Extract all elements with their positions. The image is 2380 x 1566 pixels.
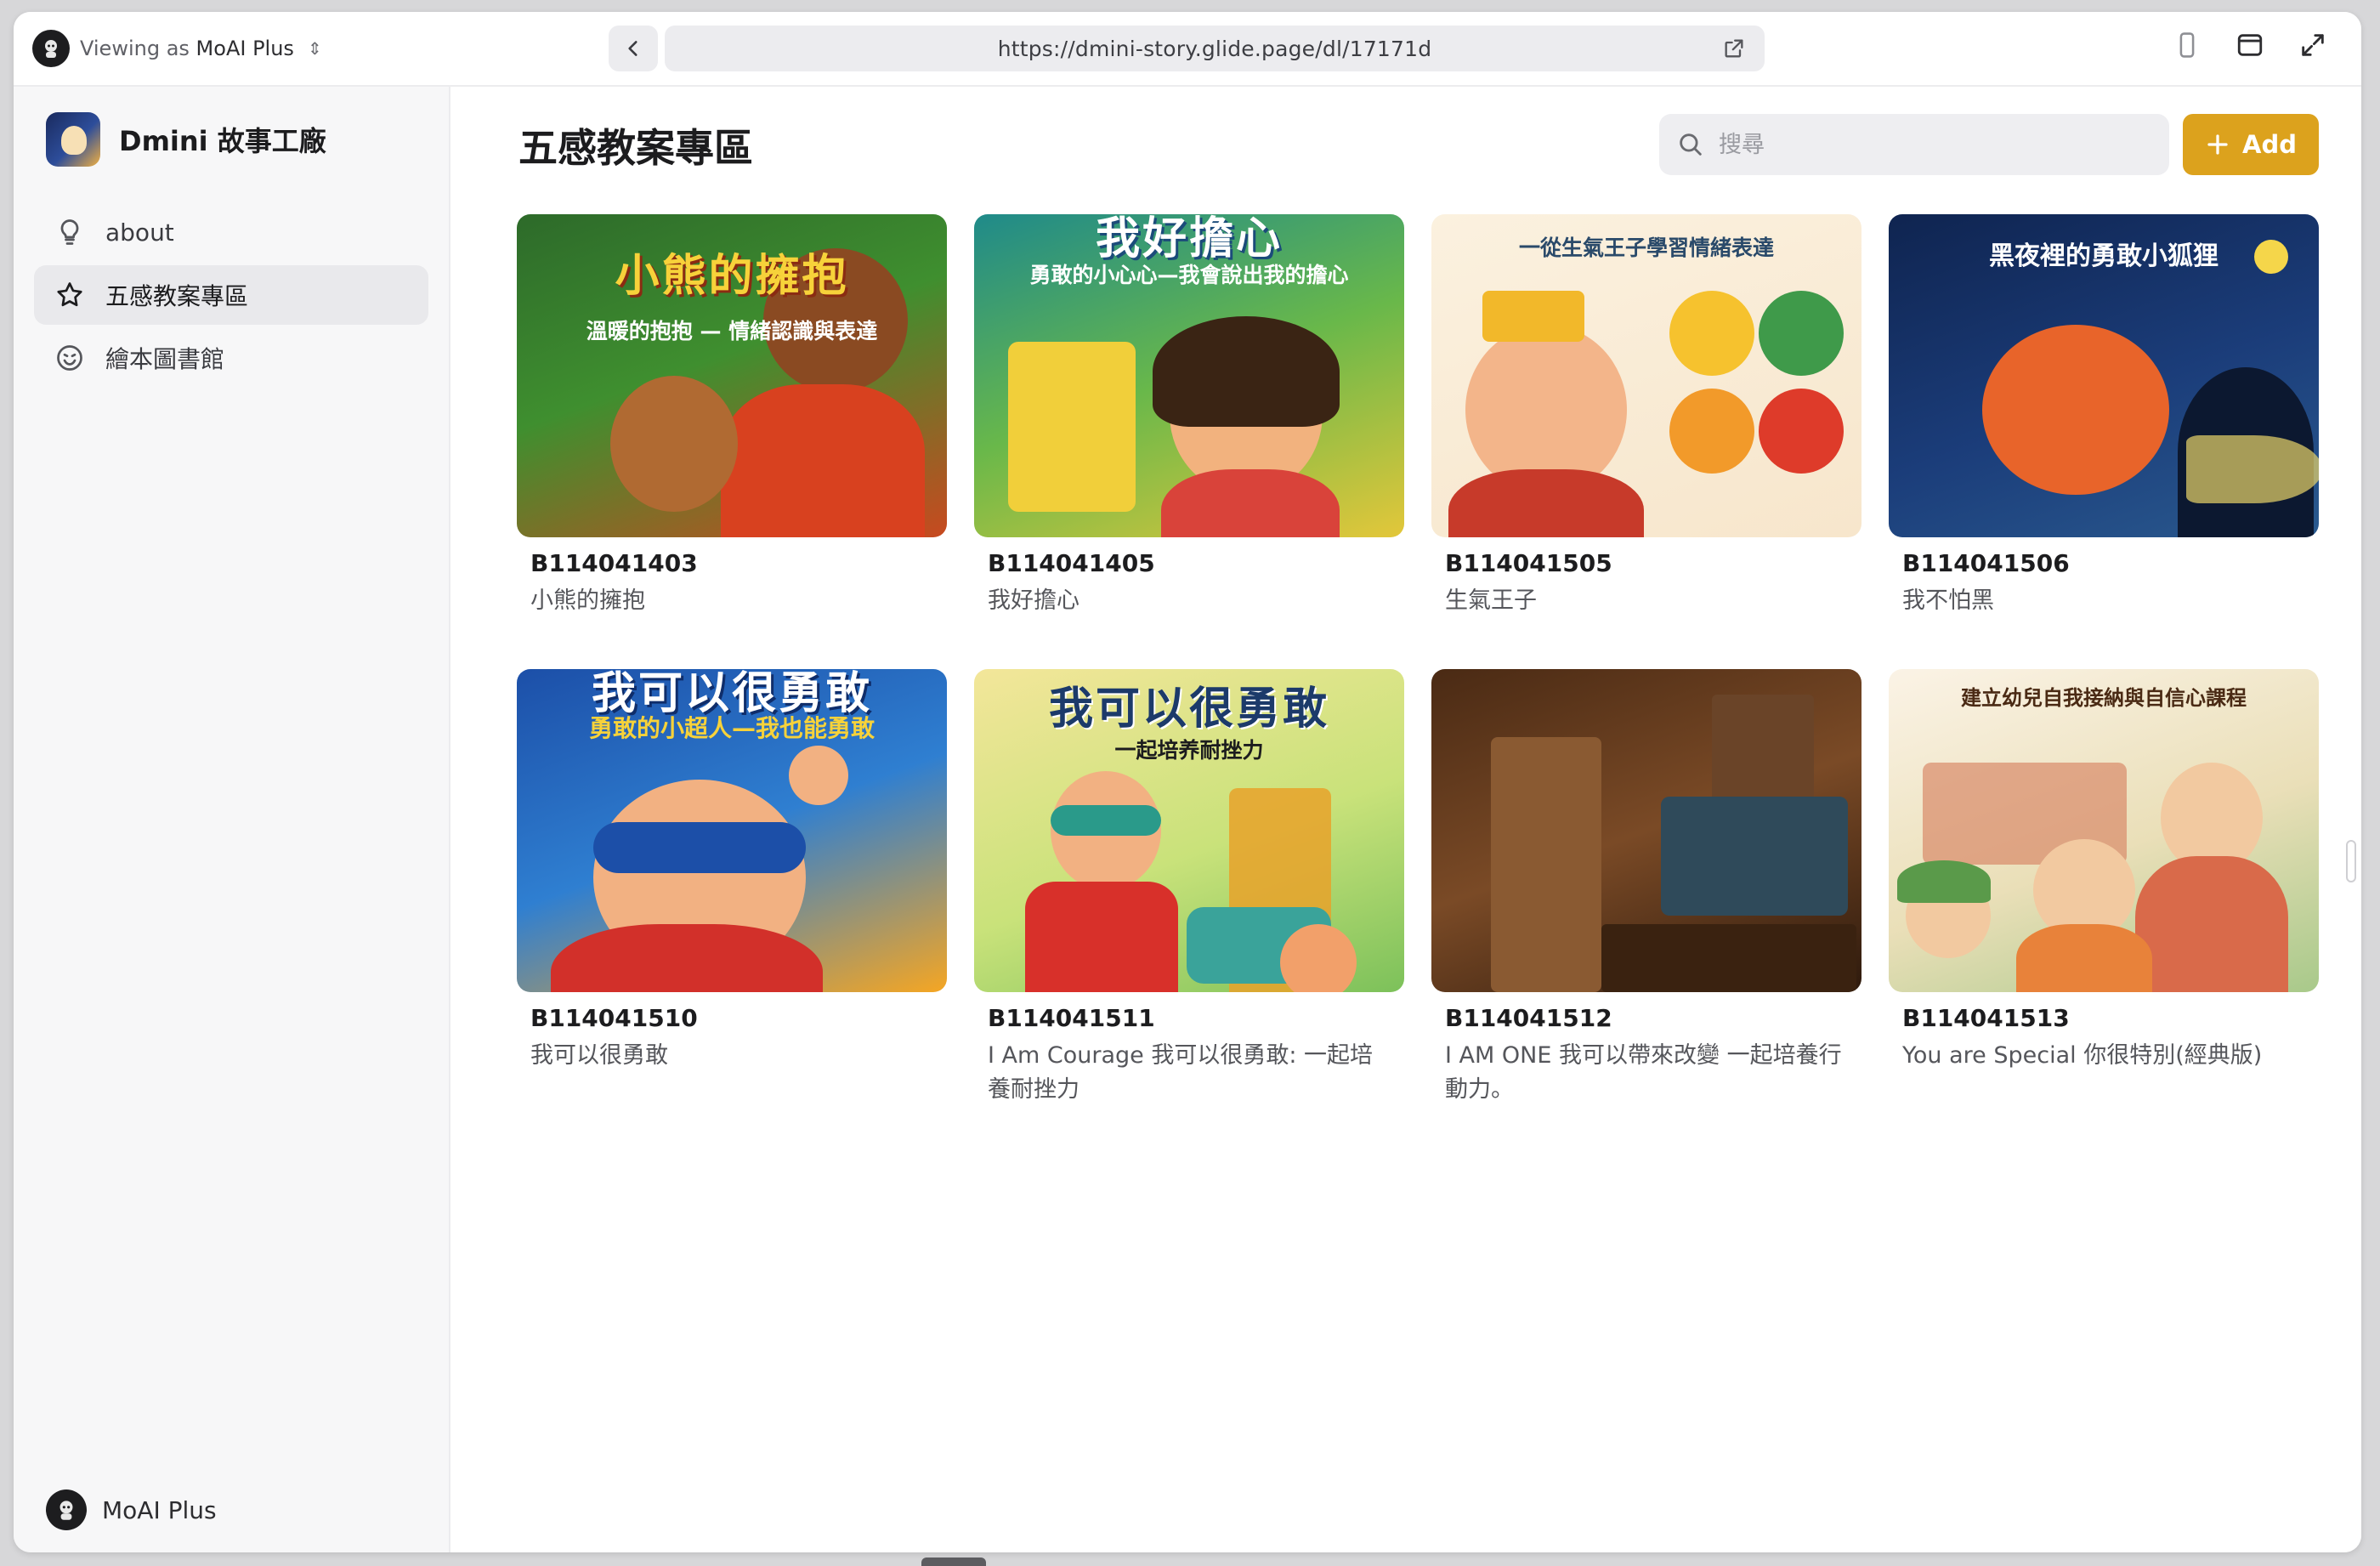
card-grid: 小熊的擁抱 溫暖的抱抱 — 情緒認識與表達 B114041403 小熊的擁抱 我… bbox=[517, 214, 2320, 1107]
sidebar: Dmini 故事工廠 about 五感教案專區 繪本圖書館 MoAI Plus bbox=[14, 87, 450, 1552]
add-button-label: Add bbox=[2242, 130, 2297, 159]
viewing-user: MoAI Plus bbox=[196, 37, 294, 60]
card-cover-image: 我好擔心 勇敢的小心心—我會說出我的擔心 bbox=[974, 214, 1404, 537]
card-title: 我可以很勇敢 bbox=[530, 1042, 668, 1069]
tablet-view-icon[interactable] bbox=[2236, 31, 2264, 60]
url-text: https://dmini-story.glide.page/dl/17171d bbox=[997, 36, 1432, 61]
card[interactable]: 我可以很勇敢 一起培养耐挫力 B114041511 I Am Courage 我… bbox=[974, 669, 1404, 1107]
cover-subtitle: 一起培养耐挫力 bbox=[1114, 738, 1264, 763]
sidebar-item-library[interactable]: 繪本圖書館 bbox=[34, 328, 428, 388]
card-title: I AM ONE 我可以帶來改變 一起培養行動力。 bbox=[1445, 1042, 1842, 1103]
user-name: MoAI Plus bbox=[102, 1495, 217, 1524]
card[interactable]: 黑夜裡的勇敢小狐狸 B114041506 我不怕黑 bbox=[1889, 214, 2319, 618]
app-name: Dmini 故事工廠 bbox=[119, 125, 326, 157]
sidebar-nav: about 五感教案專區 繪本圖書館 bbox=[34, 202, 428, 391]
card-title: 我不怕黑 bbox=[1902, 587, 1994, 614]
resize-handle[interactable] bbox=[2346, 840, 2356, 882]
external-link-icon[interactable] bbox=[1722, 37, 1746, 60]
card-cover-image: 我可以很勇敢 一起培养耐挫力 bbox=[974, 669, 1404, 992]
app-logo bbox=[46, 112, 100, 167]
user-profile[interactable]: MoAI Plus bbox=[46, 1489, 217, 1530]
card-code: B114041512 bbox=[1445, 1004, 1612, 1032]
card-cover-image: 我可以很勇敢 勇敢的小超人—我也能勇敢 bbox=[517, 669, 947, 992]
card[interactable]: 小熊的擁抱 溫暖的抱抱 — 情緒認識與表達 B114041403 小熊的擁抱 bbox=[517, 214, 947, 618]
search-input[interactable] bbox=[1717, 130, 2145, 159]
star-icon bbox=[57, 282, 82, 307]
card-cover-image: 建立幼兒自我接納與自信心課程 bbox=[1889, 669, 2319, 992]
card-title: I Am Courage 我可以很勇敢: 一起培養耐挫力 bbox=[988, 1042, 1374, 1103]
card-cover-image bbox=[1431, 669, 1862, 992]
plus-icon bbox=[2207, 134, 2228, 155]
card-title: You are Special 你很特別(經典版) bbox=[1902, 1042, 2263, 1069]
card-code: B114041505 bbox=[1445, 549, 1612, 577]
card-code: B114041405 bbox=[988, 549, 1155, 577]
bottom-drag-handle[interactable] bbox=[921, 1557, 986, 1566]
card[interactable]: 我可以很勇敢 勇敢的小超人—我也能勇敢 B114041510 我可以很勇敢 bbox=[517, 669, 947, 1107]
cover-subtitle: 勇敢的小心心—我會說出我的擔心 bbox=[1029, 263, 1349, 287]
viewing-as-label: Viewing as MoAI Plus bbox=[80, 37, 294, 60]
cover-title: 小熊的擁抱 bbox=[615, 251, 849, 302]
search-box[interactable] bbox=[1659, 114, 2169, 175]
sidebar-item-about[interactable]: about bbox=[34, 202, 428, 262]
cover-subtitle: 建立幼兒自我接納與自信心課程 bbox=[1961, 686, 2247, 710]
card-code: B114041510 bbox=[530, 1004, 698, 1032]
phone-view-icon[interactable] bbox=[2173, 31, 2202, 60]
cover-title: 我可以很勇敢 bbox=[1048, 684, 1329, 735]
cover-subtitle: 一從生氣王子學習情緒表達 bbox=[1518, 235, 1774, 260]
add-button[interactable]: Add bbox=[2183, 114, 2319, 175]
lightbulb-icon bbox=[60, 219, 79, 245]
sidebar-item-lesson-plans[interactable]: 五感教案專區 bbox=[34, 265, 428, 325]
top-bar: Viewing as MoAI Plus ⇕ https://dmini-sto… bbox=[14, 12, 2361, 87]
viewing-prefix: Viewing as bbox=[80, 37, 190, 60]
card-code: B114041511 bbox=[988, 1004, 1155, 1032]
card[interactable]: 我好擔心 勇敢的小心心—我會說出我的擔心 B114041405 我好擔心 bbox=[974, 214, 1404, 618]
user-avatar-icon bbox=[46, 1489, 87, 1530]
expand-icon[interactable] bbox=[2298, 31, 2327, 60]
device-toggle-group bbox=[2173, 31, 2327, 60]
card-code: B114041403 bbox=[530, 549, 698, 577]
card-code: B114041513 bbox=[1902, 1004, 2070, 1032]
card-cover-image: 黑夜裡的勇敢小狐狸 bbox=[1889, 214, 2319, 537]
sidebar-item-label: 五感教案專區 bbox=[105, 282, 249, 310]
browser-window: Viewing as MoAI Plus ⇕ https://dmini-sto… bbox=[14, 12, 2361, 1552]
card-title: 小熊的擁抱 bbox=[530, 587, 645, 614]
cover-subtitle: 黑夜裡的勇敢小狐狸 bbox=[1989, 241, 2218, 271]
sidebar-item-label: 繪本圖書館 bbox=[105, 345, 225, 373]
back-button[interactable] bbox=[609, 26, 658, 71]
sidebar-item-label: about bbox=[105, 218, 174, 247]
card[interactable]: 一從生氣王子學習情緒表達 B114041505 生氣王子 bbox=[1431, 214, 1862, 618]
page-title: 五感教案專區 bbox=[518, 125, 753, 171]
card-title: 生氣王子 bbox=[1445, 587, 1537, 614]
url-bar[interactable]: https://dmini-story.glide.page/dl/17171d bbox=[665, 26, 1765, 71]
chevron-left-icon bbox=[628, 41, 638, 56]
cover-subtitle: 勇敢的小超人—我也能勇敢 bbox=[588, 714, 875, 742]
card[interactable]: B114041512 I AM ONE 我可以帶來改變 一起培養行動力。 bbox=[1431, 669, 1862, 1107]
card-cover-image: 小熊的擁抱 溫暖的抱抱 — 情緒認識與表達 bbox=[517, 214, 947, 537]
smiley-icon bbox=[57, 345, 82, 371]
search-icon bbox=[1680, 133, 1702, 156]
viewing-as-switcher[interactable]: Viewing as MoAI Plus ⇕ bbox=[32, 29, 322, 68]
chevron-updown-icon: ⇕ bbox=[307, 38, 322, 59]
app-brand[interactable]: Dmini 故事工廠 bbox=[46, 112, 326, 167]
cover-subtitle: 溫暖的抱抱 — 情緒認識與表達 bbox=[586, 319, 878, 343]
card-code: B114041506 bbox=[1902, 549, 2070, 577]
card-title: 我好擔心 bbox=[988, 587, 1080, 614]
moai-avatar-icon bbox=[32, 30, 70, 67]
card[interactable]: 建立幼兒自我接納與自信心課程 B114041513 You are Specia… bbox=[1889, 669, 2319, 1107]
main-content: 五感教案專區 Add 小熊的擁抱 溫暖的抱抱 — 情緒認識與表達 B114041… bbox=[450, 87, 2361, 1552]
card-cover-image: 一從生氣王子學習情緒表達 bbox=[1431, 214, 1862, 537]
